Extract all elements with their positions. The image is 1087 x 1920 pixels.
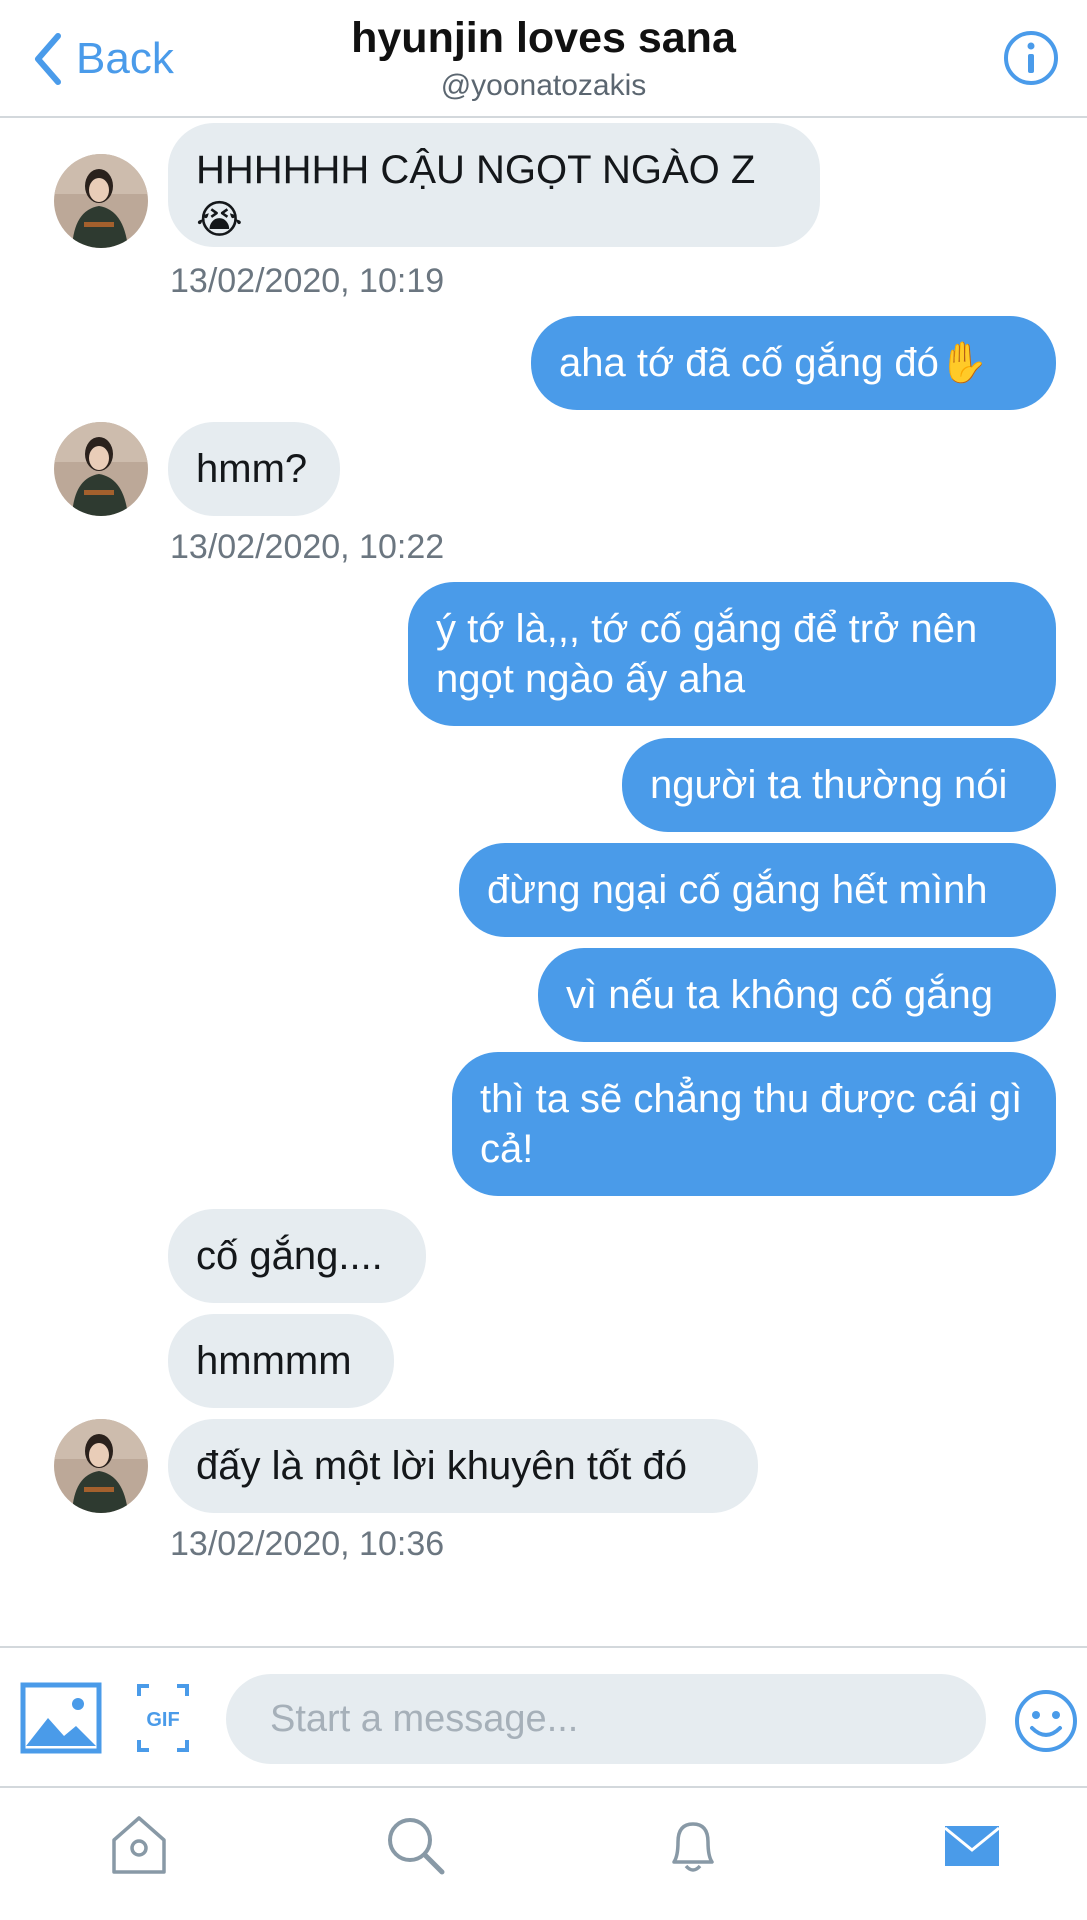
message-composer: GIF — [0, 1646, 1087, 1786]
avatar[interactable] — [54, 422, 148, 516]
message-text: cố gắng.... — [196, 1234, 383, 1278]
image-icon[interactable] — [20, 1682, 102, 1754]
message-bubble-outgoing[interactable]: ý tớ là,,, tớ cố gắng để trở nên ngọt ng… — [408, 582, 1056, 726]
message-bubble-incoming[interactable]: hmm? — [168, 422, 340, 516]
title-block: hyunjin loves sana @yoonatozakis — [0, 14, 1087, 103]
conversation-header: Back hyunjin loves sana @yoonatozakis — [0, 0, 1087, 118]
tab-bar — [0, 1786, 1087, 1920]
crying-emoji-icon: 😭 — [196, 198, 243, 242]
home-icon[interactable] — [104, 1810, 174, 1880]
conversation-title: hyunjin loves sana — [351, 14, 736, 62]
conversation-handle: @yoonatozakis — [440, 69, 647, 102]
message-text: thì ta sẽ chẳng thu được cái gì cả! — [480, 1077, 1023, 1171]
message-bubble-outgoing[interactable]: người ta thường nói — [622, 738, 1056, 832]
message-bubble-incoming[interactable]: hmmmm — [168, 1314, 394, 1408]
message-text: aha tớ đã cố gắng đó — [559, 341, 939, 385]
message-bubble-outgoing[interactable]: vì nếu ta không cố gắng — [538, 948, 1056, 1042]
avatar[interactable] — [54, 154, 148, 248]
emoji-icon[interactable] — [1013, 1688, 1079, 1754]
search-icon[interactable] — [380, 1810, 450, 1880]
user-photo-icon — [54, 422, 148, 516]
gif-icon[interactable]: GIF — [135, 1682, 191, 1754]
avatar[interactable] — [54, 1419, 148, 1513]
message-text: đấy là một lời khuyên tốt đó — [196, 1444, 687, 1488]
user-photo-icon — [54, 154, 148, 248]
message-text: ý tớ là,,, tớ cố gắng để trở nên ngọt ng… — [436, 607, 978, 701]
message-text: người ta thường nói — [650, 763, 1008, 807]
info-icon[interactable] — [1003, 30, 1059, 86]
message-bubble-outgoing[interactable]: thì ta sẽ chẳng thu được cái gì cả! — [452, 1052, 1056, 1196]
user-photo-icon — [54, 1419, 148, 1513]
message-timestamp: 13/02/2020, 10:36 — [170, 1525, 445, 1563]
bell-icon[interactable] — [658, 1810, 728, 1880]
message-timestamp: 13/02/2020, 10:22 — [170, 528, 445, 566]
message-bubble-outgoing[interactable]: aha tớ đã cố gắng đó✋ — [531, 316, 1056, 410]
message-timestamp: 13/02/2020, 10:19 — [170, 262, 445, 300]
message-bubble-incoming[interactable]: đấy là một lời khuyên tốt đó — [168, 1419, 758, 1513]
message-list[interactable]: HHHHHH CẬU NGỌT NGÀO Z 😭 13/02/2020, 10:… — [0, 120, 1087, 1645]
message-text: vì nếu ta không cố gắng — [566, 973, 993, 1017]
mail-icon[interactable] — [937, 1810, 1007, 1880]
message-text: hmmmm — [196, 1339, 352, 1383]
message-text: hmm? — [196, 447, 308, 491]
message-text: HHHHHH CẬU NGỌT NGÀO Z — [196, 148, 756, 192]
message-bubble-outgoing[interactable]: đừng ngại cố gắng hết mình — [459, 843, 1056, 937]
svg-text:GIF: GIF — [146, 1709, 179, 1731]
message-bubble-incoming[interactable]: HHHHHH CẬU NGỌT NGÀO Z 😭 — [168, 123, 820, 247]
raised-hand-emoji-icon: ✋ — [938, 341, 989, 385]
message-input[interactable] — [226, 1674, 986, 1764]
message-bubble-incoming[interactable]: cố gắng.... — [168, 1209, 426, 1303]
message-text: đừng ngại cố gắng hết mình — [487, 868, 988, 912]
